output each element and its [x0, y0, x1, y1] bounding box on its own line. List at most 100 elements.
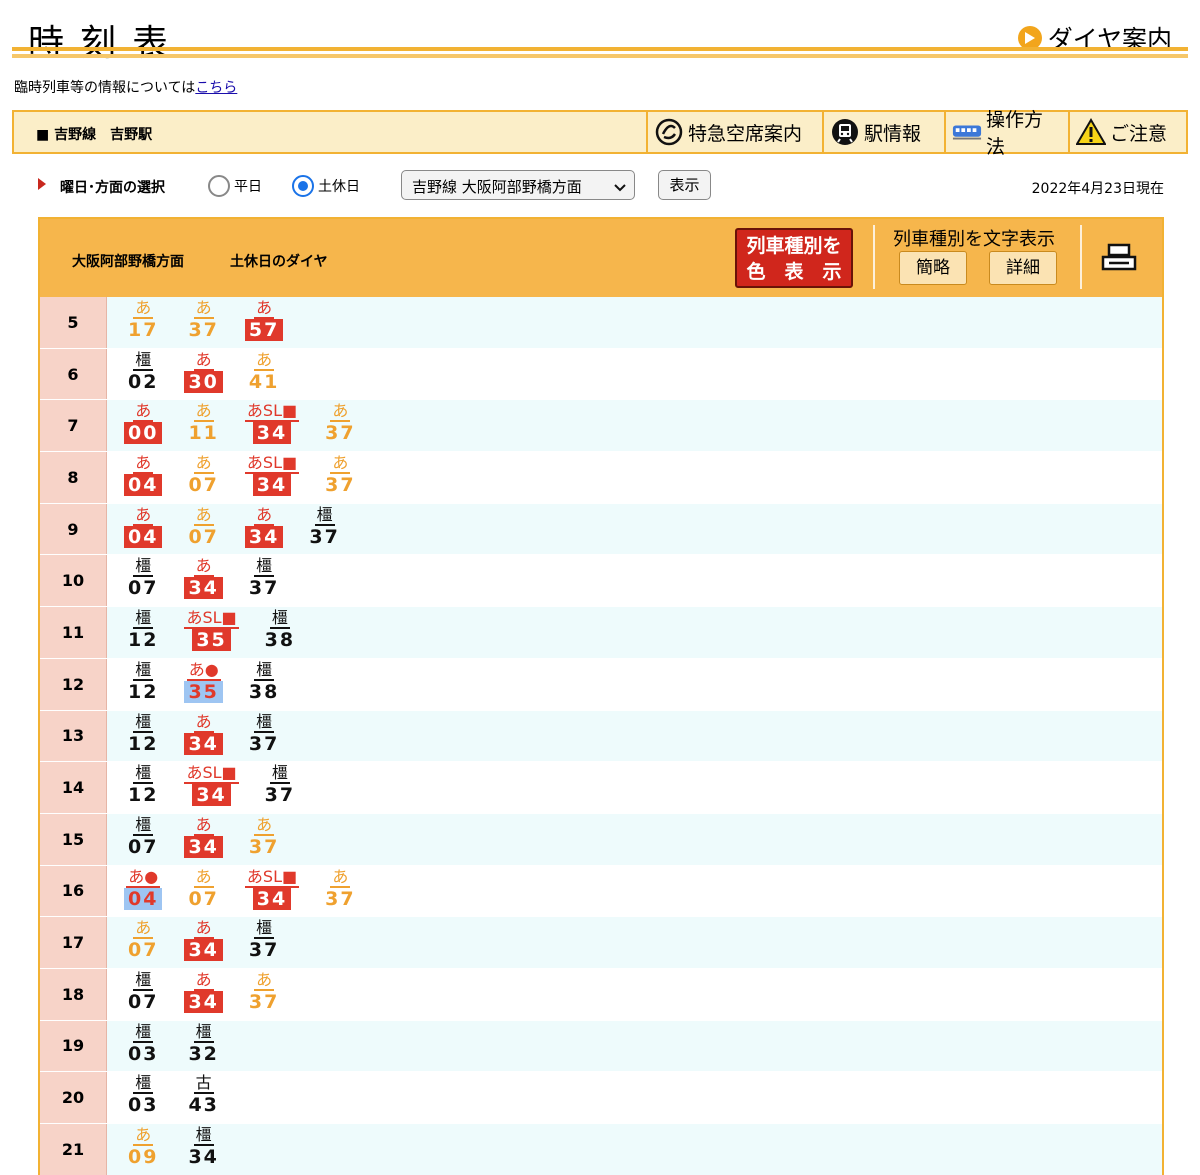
departure[interactable]: あ 04: [124, 505, 163, 548]
timetable-row: 10 橿 07 あ 34 橿 37: [40, 555, 1162, 608]
station-info-button[interactable]: 駅情報: [822, 112, 942, 152]
departure[interactable]: あ 30: [184, 350, 223, 393]
departure[interactable]: あ 34: [184, 712, 223, 755]
departure[interactable]: あSL■ 35: [184, 609, 239, 652]
departure[interactable]: あ 34: [184, 557, 223, 600]
departure[interactable]: あ 37: [184, 299, 222, 342]
departure[interactable]: あ 37: [245, 815, 283, 858]
departure[interactable]: 橿 37: [305, 505, 343, 548]
show-button[interactable]: 表示: [658, 170, 711, 200]
departure[interactable]: 橿 03: [124, 1022, 162, 1065]
text-detail-button[interactable]: 詳細: [989, 251, 1057, 285]
direction-select[interactable]: 吉野線 大阪阿部野橋方面: [401, 170, 635, 200]
chevron-down-icon: [614, 179, 626, 197]
caution-label: ご注意: [1110, 122, 1168, 145]
departure[interactable]: あSL■ 34: [244, 867, 300, 910]
departure[interactable]: あ 04: [124, 454, 163, 497]
radio-weekday-circle[interactable]: [208, 175, 230, 197]
departure[interactable]: 橿 37: [245, 711, 283, 755]
departure[interactable]: あ● 04: [124, 867, 163, 910]
timetable-day-type: 土休日のダイヤ: [230, 254, 328, 270]
header-separator: [1080, 225, 1082, 289]
departure-minute: 34: [184, 990, 223, 1013]
departure[interactable]: 橿 38: [245, 659, 283, 703]
departure-minute: 37: [309, 525, 340, 548]
departure[interactable]: あ 34: [184, 919, 223, 962]
timetable-row: 16 あ● 04 あ 07 あSL■ 34 あ 37: [40, 865, 1162, 918]
departure[interactable]: あ 34: [184, 815, 223, 858]
departure[interactable]: 橿 12: [124, 660, 162, 703]
info-link[interactable]: こちら: [195, 80, 237, 96]
departures: あ 07 あ 34 橿 37: [124, 918, 283, 962]
caution-button[interactable]: ご注意: [1068, 112, 1186, 152]
reservation-button[interactable]: 特急空席案内: [646, 112, 820, 152]
departure[interactable]: あ 37: [245, 970, 283, 1013]
station-name: ■ 吉野線 吉野駅: [36, 127, 153, 143]
departure[interactable]: 橿 07: [124, 557, 162, 600]
departure[interactable]: あ 37: [321, 402, 359, 445]
hour-cell: 10: [40, 555, 107, 607]
departure[interactable]: あ 11: [184, 402, 222, 445]
departure[interactable]: あ 07: [184, 505, 222, 548]
departure-minute: 34: [252, 422, 292, 445]
departure[interactable]: 橿 12: [124, 764, 162, 807]
departures: あ 17 あ 37 あ 57: [124, 299, 284, 342]
hour-cell: 15: [40, 813, 107, 865]
departure-minute: 07: [128, 577, 159, 600]
departure[interactable]: 橿 34: [184, 1126, 222, 1169]
color-display-button[interactable]: 列車種別を 色 表 示: [735, 228, 853, 288]
departure-minute: 34: [184, 939, 223, 962]
radio-holiday-circle[interactable]: [292, 175, 314, 197]
departure[interactable]: 橿 02: [124, 350, 162, 393]
departure-minute: 04: [124, 887, 163, 910]
departure[interactable]: あ 00: [124, 402, 163, 445]
departure-destination: 橿: [133, 814, 154, 836]
departure[interactable]: あSL■ 34: [244, 454, 300, 497]
departure[interactable]: あ● 35: [184, 660, 223, 703]
departure[interactable]: あ 37: [321, 867, 359, 910]
departure-minute: 30: [184, 370, 223, 393]
departures: 橿 03 古 43: [124, 1074, 223, 1117]
departure[interactable]: 橿 12: [124, 712, 162, 755]
departure[interactable]: 橿 03: [124, 1074, 162, 1117]
departure[interactable]: あ 37: [321, 454, 359, 497]
how-to-button[interactable]: 操作方法: [944, 109, 1066, 158]
departures: 橿 12 あSL■ 35 橿 38: [124, 609, 299, 652]
radio-holiday[interactable]: 土休日: [292, 175, 360, 197]
departure[interactable]: あ 34: [244, 505, 284, 548]
departure[interactable]: 橿 37: [245, 919, 283, 962]
departure-minute: 03: [128, 1042, 159, 1065]
departure[interactable]: 古 43: [184, 1074, 222, 1117]
text-simple-button[interactable]: 簡略: [899, 251, 967, 285]
departure[interactable]: あ 07: [184, 867, 222, 910]
departure[interactable]: あSL■ 34: [244, 402, 300, 445]
departure[interactable]: あSL■ 34: [184, 764, 239, 807]
departure-destination: 橿: [254, 711, 275, 733]
departure[interactable]: あ 07: [184, 454, 222, 497]
departure-minute: 37: [325, 474, 356, 497]
departure[interactable]: 橿 32: [184, 1022, 222, 1065]
departure-minute: 34: [252, 474, 292, 497]
departure[interactable]: 橿 07: [124, 814, 162, 858]
departure[interactable]: 橿 37: [261, 764, 299, 807]
departure[interactable]: あ 41: [245, 350, 283, 393]
departure[interactable]: あ 17: [124, 299, 162, 342]
departure-destination: あ: [133, 918, 154, 940]
departure-minute: 12: [128, 629, 159, 652]
departure[interactable]: あ 07: [124, 918, 162, 962]
hour-cell: 21: [40, 1124, 107, 1175]
departure[interactable]: 橿 37: [245, 557, 283, 600]
departure[interactable]: あ 57: [244, 299, 284, 341]
departure-minute: 41: [248, 370, 280, 393]
train-side-icon: [952, 117, 982, 147]
print-icon[interactable]: [1100, 243, 1138, 277]
departure-destination: 橿: [254, 659, 275, 681]
departure[interactable]: 橿 38: [261, 609, 299, 652]
departure[interactable]: 橿 12: [124, 609, 162, 652]
departure[interactable]: 橿 07: [124, 970, 162, 1013]
departures: 橿 12 あSL■ 34 橿 37: [124, 764, 299, 807]
departure[interactable]: あ 34: [184, 970, 223, 1013]
radio-weekday[interactable]: 平日: [208, 175, 262, 197]
departure[interactable]: あ 09: [124, 1126, 162, 1169]
timetable-row: 7 あ 00 あ 11 あSL■ 34 あ 37: [40, 400, 1162, 453]
